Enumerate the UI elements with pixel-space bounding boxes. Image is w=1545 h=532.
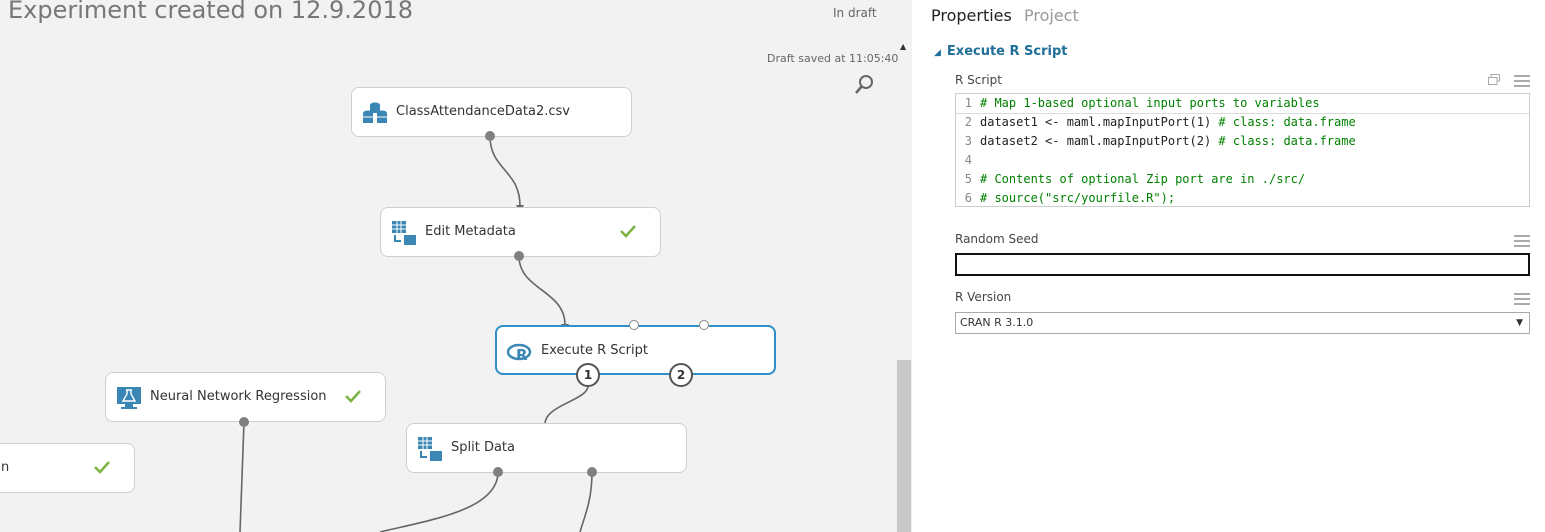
random-seed-input[interactable] (955, 253, 1530, 276)
popout-icon[interactable] (1488, 74, 1500, 85)
code-line[interactable]: 1 # Map 1-based optional input ports to v… (956, 94, 1529, 114)
code-text: # source("src/yourfile.R"); (980, 191, 1176, 205)
tab-properties[interactable]: Properties (931, 6, 1012, 25)
output-port-right[interactable] (587, 467, 597, 477)
check-icon (620, 225, 636, 238)
r-version-select[interactable]: CRAN R 3.1.0 ▼ (955, 312, 1530, 334)
input-port-3[interactable] (699, 320, 709, 330)
output-port[interactable] (485, 131, 495, 141)
svg-text:R: R (516, 346, 528, 364)
experiment-canvas[interactable]: Experiment created on 12.9.2018 In draft… (0, 0, 912, 532)
code-text: dataset1 <- maml.mapInputPort(1) (980, 115, 1219, 129)
dropdown-arrow-icon: ▼ (1516, 318, 1523, 328)
module-label: Neural Network Regression (150, 389, 327, 404)
properties-panel: Properties Project ◢ Execute R Script R S… (912, 0, 1545, 532)
module-neural-network-regression[interactable]: Neural Network Regression (105, 372, 386, 422)
module-partial[interactable]: n (0, 443, 135, 493)
r-script-editor[interactable]: 1 # Map 1-based optional input ports to v… (955, 93, 1530, 207)
table-transform-icon (392, 221, 416, 245)
output-port-2[interactable]: 2 (669, 363, 693, 387)
code-line[interactable]: 4 (956, 151, 1529, 170)
line-number: 3 (964, 134, 972, 148)
input-port-2[interactable] (629, 320, 639, 330)
code-line[interactable]: 3 dataset2 <- maml.mapInputPort(2) # clas… (956, 132, 1529, 151)
model-icon (117, 387, 141, 409)
output-port-left[interactable] (493, 467, 503, 477)
r-script-label: R Script (955, 73, 1002, 87)
random-seed-label: Random Seed (955, 232, 1039, 246)
section-header[interactable]: ◢ Execute R Script (934, 44, 1068, 59)
r-script-menu-icon[interactable] (1514, 75, 1530, 87)
module-label: Split Data (451, 440, 515, 455)
code-text: # Map 1-based optional input ports to va… (980, 96, 1320, 110)
code-line[interactable]: 6 # source("src/yourfile.R"); (956, 189, 1529, 206)
r-logo-icon: R (507, 343, 532, 364)
check-icon (94, 461, 110, 474)
check-icon (345, 390, 361, 403)
module-label: n (1, 460, 10, 475)
table-split-icon (418, 437, 442, 461)
line-number: 2 (964, 115, 972, 129)
output-port[interactable] (239, 417, 249, 427)
tab-project[interactable]: Project (1024, 6, 1079, 25)
code-text: dataset2 <- maml.mapInputPort(2) (980, 134, 1219, 148)
line-number: 1 (964, 96, 972, 110)
line-number: 6 (964, 191, 972, 205)
module-label: ClassAttendanceData2.csv (396, 104, 570, 119)
module-edit-metadata[interactable]: Edit Metadata (380, 207, 661, 257)
code-text: # Contents of optional Zip port are in .… (980, 172, 1306, 186)
module-split-data[interactable]: Split Data (406, 423, 687, 473)
dataset-icon (363, 102, 387, 123)
module-dataset[interactable]: ClassAttendanceData2.csv (351, 87, 632, 137)
r-version-label: R Version (955, 290, 1012, 304)
code-comment: # class: data.frame (1218, 115, 1356, 129)
code-line[interactable]: 2 dataset1 <- maml.mapInputPort(1) # clas… (956, 113, 1529, 132)
random-seed-menu-icon[interactable] (1514, 235, 1530, 247)
line-number: 5 (964, 172, 972, 186)
r-version-menu-icon[interactable] (1514, 293, 1530, 305)
module-execute-r-script[interactable]: R Execute R Script (495, 325, 776, 375)
output-port-1[interactable]: 1 (576, 363, 600, 387)
section-title: Execute R Script (946, 44, 1068, 59)
module-label: Edit Metadata (425, 224, 516, 239)
collapse-triangle-icon: ◢ (934, 48, 941, 58)
code-line[interactable]: 5 # Contents of optional Zip port are in … (956, 170, 1529, 189)
output-port[interactable] (514, 251, 524, 261)
line-number: 4 (964, 153, 972, 167)
code-comment: # class: data.frame (1218, 134, 1356, 148)
r-version-value: CRAN R 3.1.0 (960, 316, 1034, 329)
